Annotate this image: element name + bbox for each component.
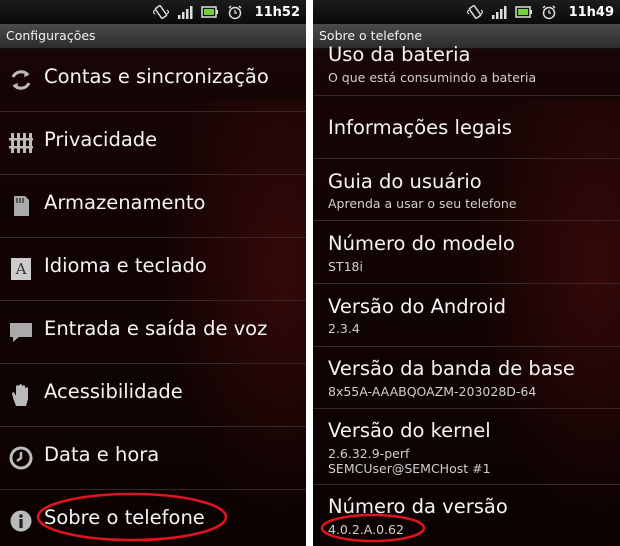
settings-item-label: Entrada e saída de voz [44, 317, 268, 340]
page-title: Configurações [6, 28, 96, 43]
settings-item-accounts-sync[interactable]: Contas e sincronização [0, 49, 306, 112]
settings-list: Contas e sincronização Privacidade Armaz… [0, 49, 306, 546]
page-title: Sobre o telefone [319, 28, 423, 43]
status-time: 11h52 [254, 4, 300, 20]
settings-item-label: Acessibilidade [44, 380, 183, 403]
clock-icon [9, 446, 33, 470]
legal-info-title: Informações legais [328, 116, 512, 139]
battery-usage-title: Uso da bateria [328, 43, 471, 66]
kernel-version-line1: 2.6.32.9-perf [328, 446, 410, 461]
settings-item-label: Idioma e teclado [44, 254, 207, 277]
svg-text:A: A [15, 260, 27, 278]
about-phone-screen: 11h49 Sobre o telefone Uso da bateria O … [313, 0, 620, 546]
settings-item-accessibility[interactable]: Acessibilidade [0, 364, 306, 427]
alarm-icon [228, 5, 242, 20]
vibrate-icon [466, 5, 483, 19]
settings-item-privacy[interactable]: Privacidade [0, 112, 306, 175]
divider [313, 220, 620, 221]
settings-item-label: Armazenamento [44, 191, 206, 214]
build-number-title: Número da versão [328, 495, 508, 518]
language-icon: A [11, 258, 31, 280]
settings-item-label: Privacidade [44, 128, 158, 151]
settings-item-label: Sobre o telefone [44, 506, 205, 529]
sync-icon [11, 70, 31, 90]
user-guide-title: Guia do usuário [328, 170, 482, 193]
android-version-title: Versão do Android [328, 295, 506, 318]
status-time: 11h49 [568, 4, 614, 20]
divider [313, 346, 620, 347]
status-bar: 11h52 [0, 0, 306, 24]
info-icon [10, 510, 32, 532]
signal-icon [177, 6, 193, 19]
settings-item-voice-io[interactable]: Entrada e saída de voz [0, 301, 306, 364]
android-version-value: 2.3.4 [328, 321, 360, 336]
baseband-version-title: Versão da banda de base [328, 357, 575, 380]
baseband-version-value: 8x55A-AAABQOAZM-203028D-64 [328, 384, 537, 399]
storage-icon [14, 196, 29, 216]
settings-item-about-phone[interactable]: Sobre o telefone [0, 490, 306, 546]
title-bar: Configurações [0, 24, 306, 49]
settings-screen: 11h52 Configurações Contas e sincronizaç… [0, 0, 306, 546]
battery-icon [514, 6, 532, 18]
signal-icon [491, 6, 507, 19]
settings-item-storage[interactable]: Armazenamento [0, 175, 306, 238]
divider [313, 484, 620, 485]
about-list: Uso da bateria O que está consumindo a b… [313, 43, 620, 546]
alarm-icon [542, 5, 556, 20]
settings-item-label: Contas e sincronização [44, 65, 269, 88]
settings-item-language-keyboard[interactable]: A Idioma e teclado [0, 238, 306, 301]
model-number-title: Número do modelo [328, 232, 515, 255]
vibrate-icon [152, 5, 169, 19]
status-bar: 11h49 [313, 0, 620, 24]
divider [313, 283, 620, 284]
divider [313, 408, 620, 409]
speech-icon [10, 323, 32, 342]
settings-item-date-time[interactable]: Data e hora [0, 427, 306, 490]
kernel-version-title: Versão do kernel [328, 419, 491, 442]
settings-item-label: Data e hora [44, 443, 160, 466]
kernel-version-line2: SEMCUser@SEMCHost #1 [328, 461, 491, 476]
battery-usage-subtitle: O que está consumindo a bateria [328, 70, 537, 85]
privacy-icon [9, 133, 33, 153]
build-number-value: 4.0.2.A.0.62 [328, 522, 404, 537]
divider [313, 95, 620, 96]
model-number-value: ST18i [328, 259, 363, 274]
user-guide-subtitle: Aprenda a usar o seu telefone [328, 196, 517, 211]
battery-icon [200, 6, 218, 18]
divider [313, 158, 620, 159]
hand-icon [12, 384, 28, 406]
